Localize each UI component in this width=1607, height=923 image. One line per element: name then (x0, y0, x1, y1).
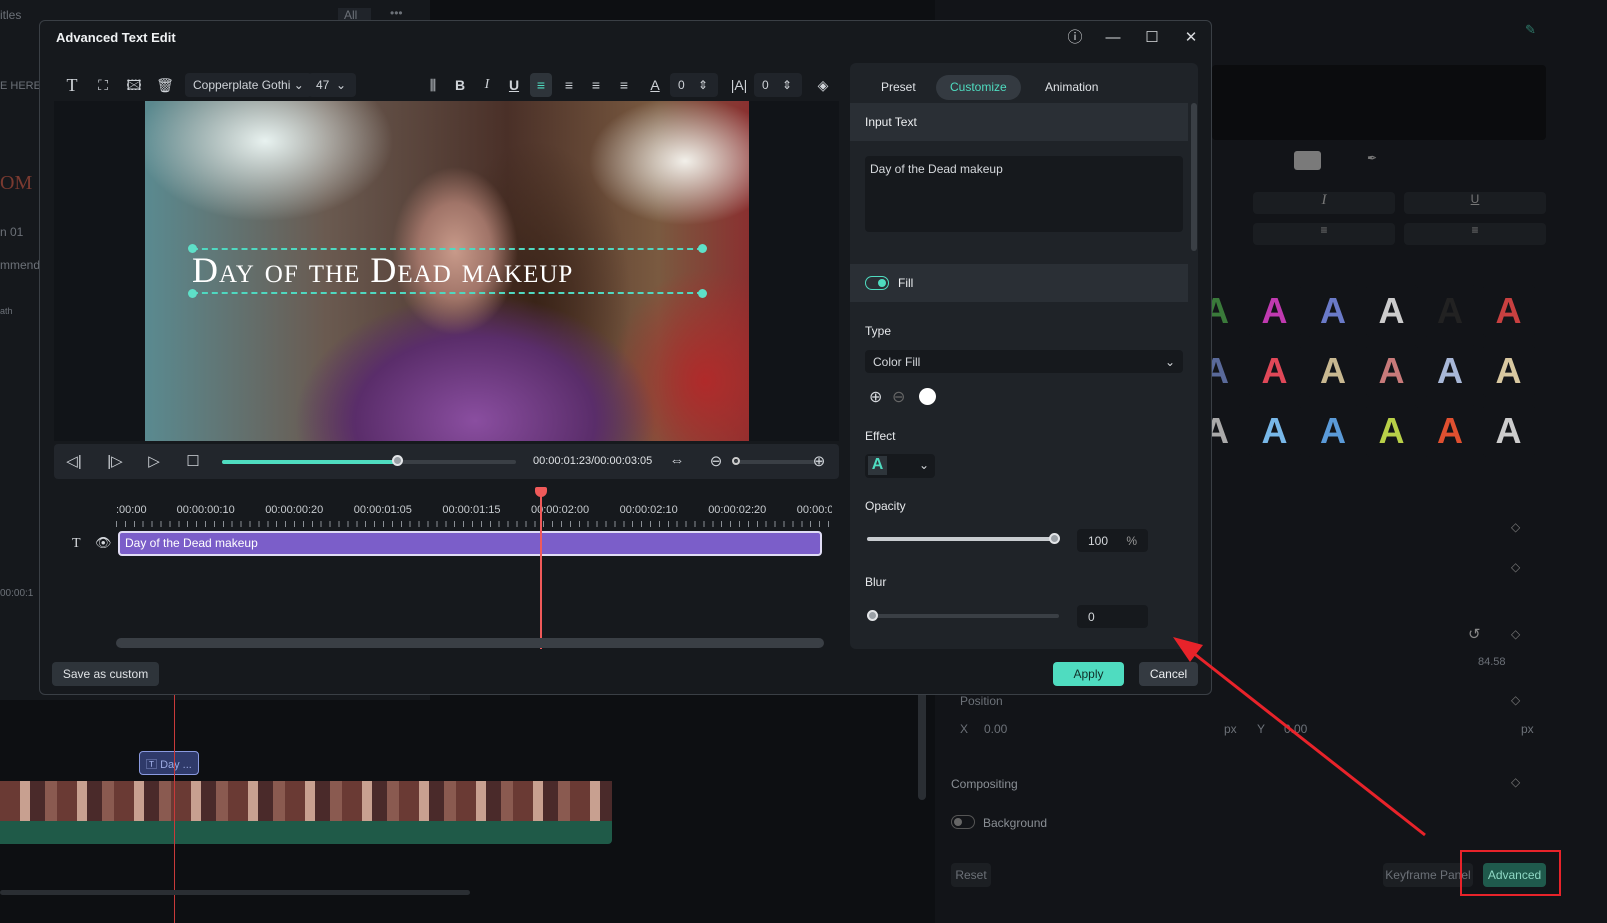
annotation-arrow (1173, 637, 1426, 837)
